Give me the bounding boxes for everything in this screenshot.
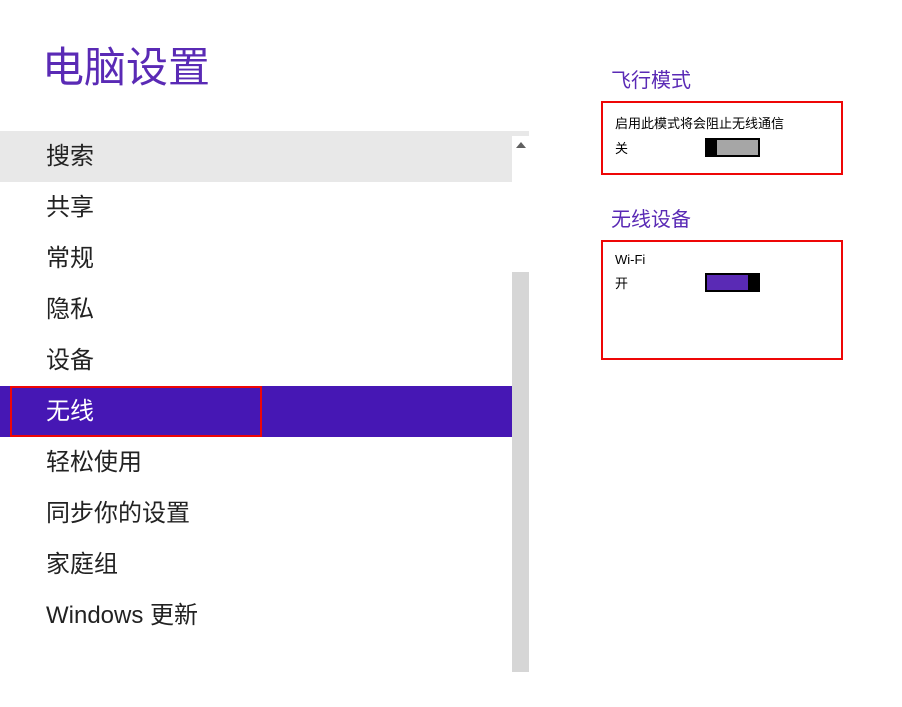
airplane-toggle[interactable] <box>705 138 760 157</box>
content-pane: 飞行模式 启用此模式将会阻止无线通信 关 无线设备 Wi-Fi 开 <box>529 0 902 707</box>
nav-item-privacy[interactable]: 隐私 <box>0 284 529 335</box>
nav-item-general[interactable]: 常规 <box>0 233 529 284</box>
nav-item-search[interactable]: 搜索 <box>0 131 529 182</box>
toggle-handle <box>748 273 760 292</box>
nav-item-windowsupdate[interactable]: Windows 更新 <box>0 590 529 641</box>
airplane-desc: 启用此模式将会阻止无线通信 <box>615 113 829 132</box>
page-title: 电脑设置 <box>0 0 529 131</box>
airplane-panel: 启用此模式将会阻止无线通信 关 <box>601 101 843 175</box>
nav-item-wireless[interactable]: 无线 <box>10 386 262 437</box>
section-title-wireless: 无线设备 <box>601 203 862 232</box>
nav-item-ease[interactable]: 轻松使用 <box>0 437 529 488</box>
nav-list: 搜索 共享 常规 隐私 设备 无线 轻松使用 同步你的设置 家庭组 Window… <box>0 131 529 641</box>
airplane-state-label: 关 <box>615 138 633 157</box>
sidebar-scrollbar[interactable] <box>512 136 529 699</box>
main-container: 电脑设置 搜索 共享 常规 隐私 设备 无线 轻松使用 同步你的设置 家庭组 W… <box>0 0 902 707</box>
wireless-panel: Wi-Fi 开 <box>601 240 843 360</box>
nav-item-sync[interactable]: 同步你的设置 <box>0 488 529 539</box>
wifi-label: Wi-Fi <box>615 252 829 267</box>
nav-item-devices[interactable]: 设备 <box>0 335 529 386</box>
scroll-thumb[interactable] <box>512 272 529 672</box>
nav-item-wireless-wrap: 无线 <box>0 386 529 437</box>
airplane-toggle-row: 关 <box>615 138 829 157</box>
scroll-up-icon[interactable] <box>512 136 529 153</box>
wifi-toggle[interactable] <box>705 273 760 292</box>
nav-item-share[interactable]: 共享 <box>0 182 529 233</box>
wifi-state-label: 开 <box>615 273 633 292</box>
toggle-handle <box>705 138 717 157</box>
section-title-airplane: 飞行模式 <box>601 64 862 93</box>
nav-item-homegroup[interactable]: 家庭组 <box>0 539 529 590</box>
sidebar: 电脑设置 搜索 共享 常规 隐私 设备 无线 轻松使用 同步你的设置 家庭组 W… <box>0 0 529 707</box>
wifi-toggle-row: 开 <box>615 273 829 292</box>
